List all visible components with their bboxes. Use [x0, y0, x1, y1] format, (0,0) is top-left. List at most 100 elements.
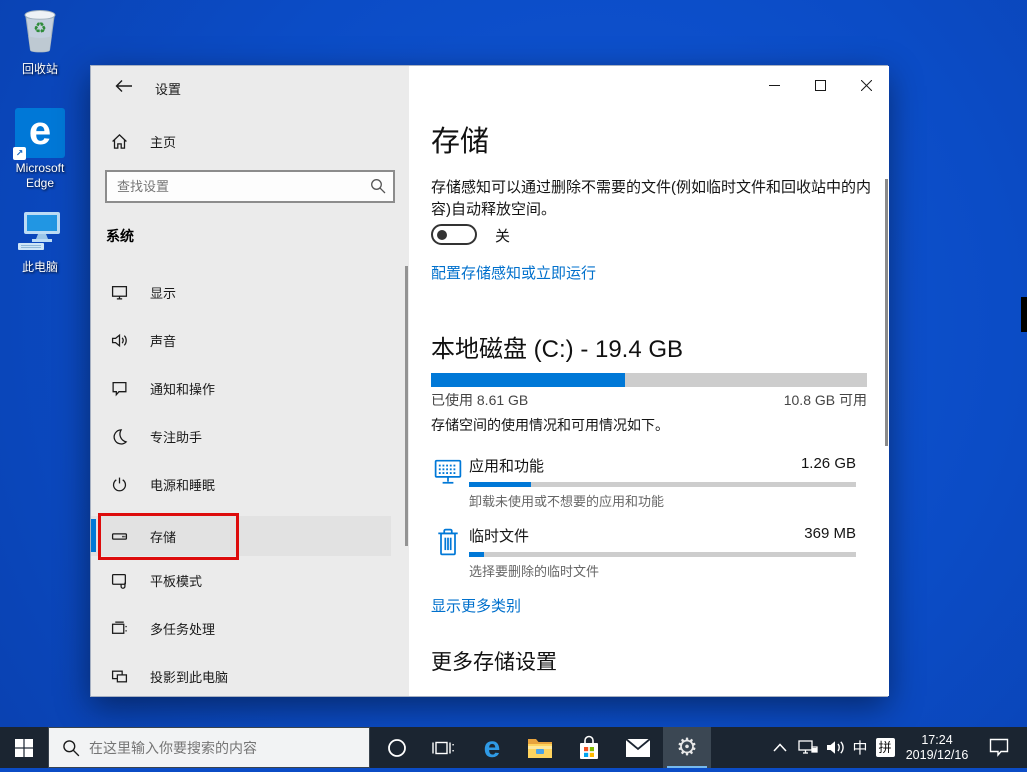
- window-title: 设置: [155, 82, 182, 97]
- close-button[interactable]: [843, 66, 889, 104]
- page-title: 存储: [431, 126, 490, 158]
- sidebar-item-focus-assist[interactable]: 专注助手: [91, 416, 391, 456]
- category-label: 应用和功能: [469, 458, 545, 475]
- multitasking-icon: [111, 620, 127, 634]
- clock-date: 2019/12/16: [905, 747, 969, 762]
- disk-title: 本地磁盘 (C:) - 19.4 GB: [431, 336, 684, 363]
- start-button[interactable]: [0, 727, 48, 768]
- network-icon: [798, 739, 818, 754]
- taskbar-mail-button[interactable]: [615, 727, 661, 768]
- desktop-icon-this-pc[interactable]: 此电脑: [0, 210, 80, 275]
- gear-icon: ⚙: [676, 733, 698, 761]
- volume-tray-button[interactable]: [822, 727, 850, 768]
- disk-usage-bar: [431, 373, 867, 387]
- taskbar-settings-button[interactable]: ⚙: [663, 727, 711, 768]
- search-icon: [371, 179, 386, 194]
- this-pc-icon: [18, 212, 60, 250]
- desktop-icon-recycle-bin[interactable]: ♻ 回收站: [0, 8, 80, 77]
- sidebar-scrollbar[interactable]: [405, 266, 408, 546]
- show-more-categories-link[interactable]: 显示更多类别: [431, 595, 521, 616]
- settings-search-input[interactable]: [105, 170, 395, 203]
- shortcut-arrow-icon: ↗: [13, 147, 26, 160]
- taskbar-clock[interactable]: 17:24 2019/12/16: [898, 727, 976, 768]
- svg-text:♻: ♻: [33, 20, 46, 37]
- sidebar: 设置 主页 系统 显示: [91, 66, 409, 696]
- notifications-icon: [112, 381, 127, 396]
- recycle-bin-icon: ♻: [24, 10, 56, 53]
- sidebar-item-multitasking[interactable]: 多任务处理: [91, 608, 391, 648]
- disk-free-label: 10.8 GB 可用: [783, 392, 867, 408]
- sidebar-item-project[interactable]: 投影到此电脑: [91, 656, 391, 696]
- maximize-button[interactable]: [797, 66, 843, 104]
- maximize-icon: [814, 79, 826, 91]
- file-explorer-icon: [528, 738, 552, 758]
- screen-bottom-strip: [0, 768, 1027, 772]
- sidebar-item-notifications[interactable]: 通知和操作: [91, 368, 391, 408]
- close-icon: [860, 79, 872, 91]
- apps-features-icon: [434, 459, 462, 484]
- configure-storage-sense-link[interactable]: 配置存储感知或立即运行: [431, 262, 596, 283]
- content-pane: 存储 存储感知可以通过删除不需要的文件(例如临时文件和回收站中的内容)自动释放空…: [409, 66, 889, 696]
- category-description: 卸载未使用或不想要的应用和功能: [469, 494, 665, 509]
- cortana-button[interactable]: [374, 727, 420, 768]
- window-controls: [751, 66, 889, 104]
- chevron-up-icon: [773, 743, 787, 752]
- content-scrollbar[interactable]: [885, 179, 888, 446]
- sidebar-item-storage[interactable]: 存储: [91, 516, 391, 556]
- cursor-artifact: [1021, 297, 1027, 332]
- settings-window: 设置 主页 系统 显示: [90, 65, 889, 697]
- action-center-icon: [989, 738, 1009, 757]
- storage-sense-toggle[interactable]: [431, 224, 477, 245]
- home-label: 主页: [150, 134, 177, 150]
- desktop-icon-label: Microsoft Edge: [15, 161, 65, 190]
- home-icon: [112, 133, 127, 149]
- sidebar-item-power-sleep[interactable]: 电源和睡眠: [91, 464, 391, 504]
- storage-sense-description: 存储感知可以通过删除不需要的文件(例如临时文件和回收站中的内容)自动释放空间。: [431, 179, 871, 218]
- task-view-button[interactable]: [420, 727, 466, 768]
- taskbar-search-input[interactable]: [49, 728, 369, 767]
- category-value: 369 MB: [804, 525, 856, 542]
- taskbar-store-button[interactable]: [566, 727, 612, 768]
- category-bar: [469, 552, 856, 557]
- category-apps-features[interactable]: 应用和功能 1.26 GB 卸载未使用或不想要的应用和功能: [409, 453, 869, 509]
- network-tray-button[interactable]: [794, 727, 822, 768]
- ime-language-label: 中: [852, 740, 868, 757]
- ime-pinyin-button[interactable]: 拼: [872, 727, 898, 768]
- tablet-mode-icon: [111, 573, 126, 589]
- display-icon: [111, 285, 128, 300]
- storage-icon: [111, 532, 128, 540]
- disk-note: 存储空间的使用情况和可用情况如下。: [431, 417, 669, 433]
- temp-files-trash-icon: [438, 528, 458, 556]
- focus-assist-icon: [113, 428, 128, 445]
- sidebar-item-sound[interactable]: 声音: [91, 320, 391, 360]
- minimize-button[interactable]: [751, 66, 797, 104]
- tray-overflow-button[interactable]: [766, 727, 794, 768]
- sidebar-item-home[interactable]: 主页: [91, 126, 391, 156]
- sidebar-item-tablet-mode[interactable]: 平板模式: [91, 560, 391, 600]
- ime-pinyin-badge: 拼: [875, 738, 895, 757]
- desktop-icon-label: 此电脑: [21, 260, 58, 274]
- volume-icon: [827, 741, 844, 754]
- category-value: 1.26 GB: [800, 455, 856, 472]
- sound-icon: [111, 333, 127, 347]
- project-icon: [111, 670, 128, 682]
- category-temp-files[interactable]: 临时文件 369 MB 选择要删除的临时文件: [409, 523, 869, 579]
- edge-icon: e: [483, 730, 501, 764]
- toggle-state-label: 关: [495, 228, 511, 245]
- desktop-icon-label: 回收站: [21, 62, 58, 76]
- action-center-button[interactable]: [978, 727, 1020, 768]
- desktop-icon-edge[interactable]: e ↗ Microsoft Edge: [0, 108, 80, 191]
- clock-time: 17:24: [921, 732, 953, 747]
- taskbar-edge-button[interactable]: e: [468, 727, 516, 768]
- minimize-icon: [768, 84, 780, 86]
- taskbar: e: [0, 727, 1027, 768]
- more-storage-settings-title: 更多存储设置: [431, 651, 557, 674]
- taskbar-explorer-button[interactable]: [517, 727, 563, 768]
- back-button[interactable]: [107, 72, 141, 100]
- sidebar-item-display[interactable]: 显示: [91, 272, 391, 312]
- toggle-knob: [437, 229, 447, 240]
- category-bar: [469, 482, 856, 487]
- selected-accent-bar: [91, 519, 96, 552]
- ime-language-button[interactable]: 中: [848, 727, 872, 768]
- taskbar-search: [48, 727, 370, 768]
